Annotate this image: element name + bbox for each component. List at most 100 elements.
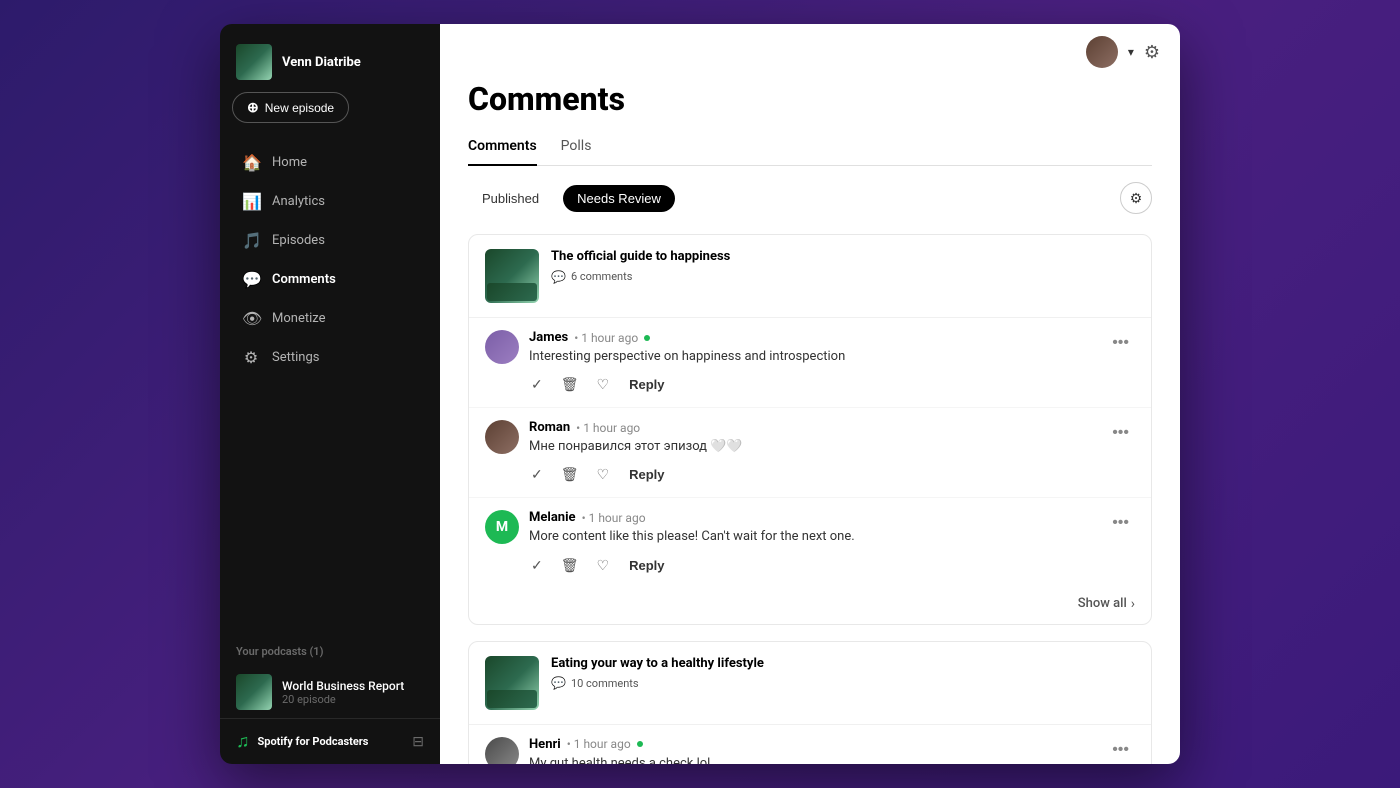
show-all-label: Show all [1078,596,1127,611]
like-button[interactable]: ♡ [595,555,612,576]
sidebar-item-label: Home [272,155,307,170]
like-button[interactable]: ♡ [595,374,612,395]
delete-button[interactable]: 🗑 [559,555,581,576]
tab-comments[interactable]: Comments [468,138,537,166]
more-options-button[interactable]: ••• [1106,332,1135,354]
episode-section: Eating your way to a healthy lifestyle 💬… [468,641,1152,764]
delete-button[interactable]: 🗑 [559,464,581,485]
monetize-icon: 👁 [242,309,260,328]
commenter-name: Roman [529,420,570,435]
comment-header-row: Henri • 1 hour ago [529,737,1096,752]
comments-list: James • 1 hour ago Interesting perspecti… [469,318,1151,588]
commenter-name: Melanie [529,510,576,525]
sidebar-item-label: Settings [272,350,319,365]
reply-button[interactable]: Reply [625,465,668,484]
episode-title: Eating your way to a healthy lifestyle [551,656,764,673]
episode-title: The official guide to happiness [551,249,730,266]
collapse-sidebar-button[interactable]: ⊟ [412,733,424,750]
sidebar-item-label: Comments [272,272,336,287]
filter-bar: Published Needs Review ⚙ [468,182,1152,214]
chevron-right-icon: › [1131,596,1135,612]
content-area: Comments Comments Polls Published Needs … [440,80,1180,764]
sidebar-item-analytics[interactable]: 📊 Analytics [226,182,434,221]
sidebar-item-episodes[interactable]: 🎵 Episodes [226,221,434,260]
avatar-letter: M [496,519,508,535]
episode-section: The official guide to happiness 💬 6 comm… [468,234,1152,625]
comment-body: Melanie • 1 hour ago More content like t… [529,510,1096,575]
comment-bubble-icon: 💬 [551,676,566,690]
comment-time: • 1 hour ago [576,421,640,435]
your-podcasts-label: Your podcasts (1) [220,629,440,666]
episode-comments-count: 💬 6 comments [551,270,730,284]
more-options-button[interactable]: ••• [1106,422,1135,444]
new-episode-label: New episode [265,101,334,115]
podcast-item-info: World Business Report 20 episode [282,679,404,706]
podcast-item-episodes: 20 episode [282,693,404,706]
avatar [485,420,519,454]
table-row: James • 1 hour ago Interesting perspecti… [469,318,1151,408]
unread-indicator [637,741,643,747]
comment-header-row: Melanie • 1 hour ago [529,510,1096,525]
episode-thumbnail [485,249,539,303]
filter-published-button[interactable]: Published [468,185,553,212]
like-button[interactable]: ♡ [595,464,612,485]
episode-thumbnail [485,656,539,710]
reply-button[interactable]: Reply [625,375,668,394]
sidebar-item-label: Episodes [272,233,325,248]
sidebar-podcast-item[interactable]: World Business Report 20 episode [220,666,440,718]
comments-icon: 💬 [242,270,260,289]
episode-info: Eating your way to a healthy lifestyle 💬… [551,656,764,691]
avatar: M [485,510,519,544]
comment-text: Interesting perspective on happiness and… [529,348,1096,366]
spotify-branding: Spotify for Podcasters [258,735,369,748]
page-title: Comments [468,80,1152,118]
spotify-logo-icon: ♫ [236,731,250,752]
new-episode-button[interactable]: ⊕ New episode [232,92,349,123]
filter-needs-review-button[interactable]: Needs Review [563,185,675,212]
analytics-icon: 📊 [242,192,260,211]
approve-button[interactable]: ✓ [529,464,545,485]
table-row: Henri • 1 hour ago My gut health needs a… [469,725,1151,764]
table-row: M Melanie • 1 hour ago More content like… [469,498,1151,587]
approve-button[interactable]: ✓ [529,374,545,395]
sidebar-item-monetize[interactable]: 👁 Monetize [226,299,434,338]
approve-button[interactable]: ✓ [529,555,545,576]
comment-time: • 1 hour ago [567,737,631,751]
sidebar-podcast-name: Venn Diatribe [282,55,361,70]
commenter-name: Henri [529,737,561,752]
podcast-thumbnail [236,44,272,80]
comment-time: • 1 hour ago [582,511,646,525]
tab-polls[interactable]: Polls [561,138,592,166]
comments-count-label: 10 comments [571,677,639,690]
more-options-button[interactable]: ••• [1106,512,1135,534]
top-bar: ▾ ⚙ [440,24,1180,80]
settings-button[interactable]: ⚙ [1144,42,1160,63]
comments-count-label: 6 comments [571,270,632,283]
show-all-row[interactable]: Show all › [469,588,1151,624]
more-options-button[interactable]: ••• [1106,739,1135,761]
avatar[interactable] [1086,36,1118,68]
filter-options-button[interactable]: ⚙ [1120,182,1152,214]
podcast-item-thumbnail [236,674,272,710]
comment-body: Roman • 1 hour ago Мне понравился этот э… [529,420,1096,485]
sidebar-item-comments[interactable]: 💬 Comments [226,260,434,299]
sidebar-item-home[interactable]: 🏠 Home [226,143,434,182]
sidebar-header: Venn Diatribe [220,24,440,92]
avatar [485,737,519,764]
episode-comments-count: 💬 10 comments [551,676,764,690]
delete-button[interactable]: 🗑 [559,374,581,395]
settings-nav-icon: ⚙ [242,348,260,367]
comment-text: More content like this please! Can't wai… [529,528,1096,546]
comment-body: Henri • 1 hour ago My gut health needs a… [529,737,1096,764]
commenter-name: James [529,330,568,345]
sidebar-item-label: Analytics [272,194,325,209]
comment-actions: ✓ 🗑 ♡ Reply [529,555,1096,576]
sidebar-item-settings[interactable]: ⚙ Settings [226,338,434,377]
reply-button[interactable]: Reply [625,556,668,575]
comment-actions: ✓ 🗑 ♡ Reply [529,374,1096,395]
episodes-icon: 🎵 [242,231,260,250]
comment-header-row: Roman • 1 hour ago [529,420,1096,435]
sidebar-item-label: Monetize [272,311,326,326]
chevron-down-icon[interactable]: ▾ [1128,45,1134,59]
comment-text: Мне понравился этот эпизод 🤍🤍 [529,438,1096,456]
